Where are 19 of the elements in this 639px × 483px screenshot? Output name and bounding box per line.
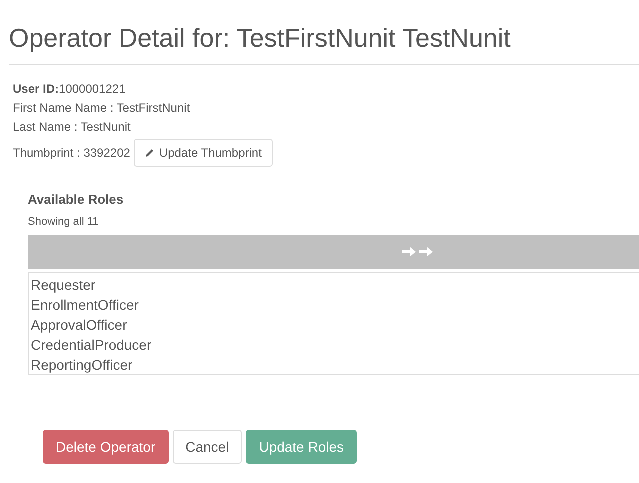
detail-text: Last Name : TestNunit: [13, 119, 132, 136]
roles-count: Showing all 11: [28, 215, 100, 229]
thumbprint-text: Thumbprint : 3392202: [13, 146, 130, 160]
move-all-button[interactable]: [28, 235, 639, 269]
role-option[interactable]: EnrollmentOfficer: [31, 295, 639, 315]
detail-text: First Name Name : TestFirstNunit: [13, 100, 192, 117]
role-option[interactable]: ApprovalOfficer: [31, 315, 639, 335]
cancel-button[interactable]: Cancel: [172, 430, 242, 464]
roles-list[interactable]: Requester EnrollmentOfficer ApprovalOfficer CredentialProducer ReportingOfficer: [28, 272, 639, 375]
roles-heading: Available Roles: [28, 191, 125, 209]
role-option[interactable]: CredentialProducer: [31, 335, 639, 355]
delete-button[interactable]: Delete Operator: [43, 430, 169, 464]
double-arrow-icon: [402, 246, 434, 258]
role-option[interactable]: ReportingOfficer: [31, 355, 639, 375]
pencil-icon: [145, 148, 156, 158]
detail-text: User ID:1000001221: [13, 81, 127, 98]
role-option[interactable]: Requester: [31, 275, 639, 295]
page-title: Operator Detail for: TestFirstNunit TestNunit: [9, 22, 512, 55]
update-thumbprint-button[interactable]: Update Thumbprint: [134, 139, 273, 167]
